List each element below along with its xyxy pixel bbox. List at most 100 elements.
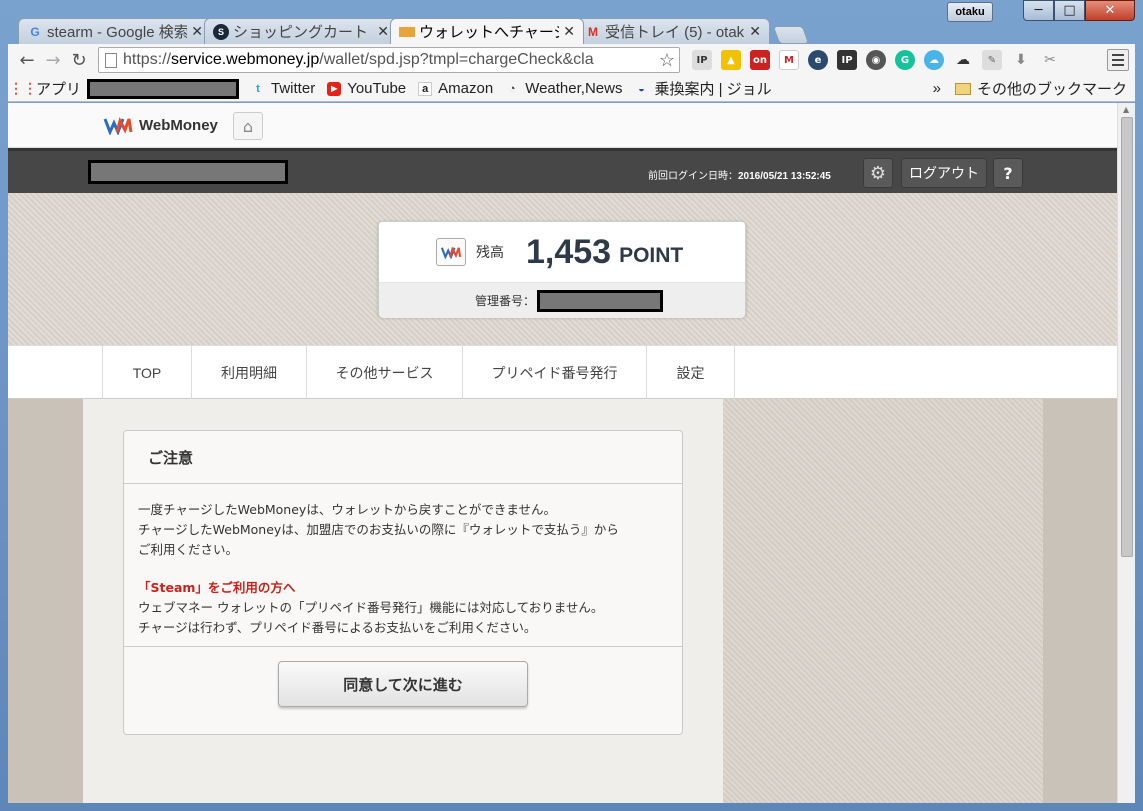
notice-line: 一度チャージしたWebMoneyは、ウォレットから戻すことができません。	[138, 502, 556, 517]
google-drive-icon[interactable]: ▲	[721, 50, 741, 70]
ip-extension-icon[interactable]: IP	[692, 50, 712, 70]
bookmarks-overflow-button[interactable]: »	[933, 80, 941, 97]
redacted-bookmark[interactable]	[87, 78, 240, 99]
extension-icons: IP ▲ on M e IP ◉ G ☁ ☁ ✎ ⬇ ✂	[692, 50, 1060, 70]
bookmark-label: アプリ	[36, 81, 82, 98]
notice-line: チャージしたWebMoneyは、加盟店でのお支払いの際に『ウォレットで支払う』か…	[138, 522, 619, 537]
site-header: WebMoney ⌂	[8, 103, 1117, 148]
bookmark-label: YouTube	[347, 80, 407, 97]
bookmark-amazon[interactable]: a Amazon	[418, 80, 493, 97]
balance-label: 残高	[476, 245, 504, 261]
bookmark-star-icon[interactable]: ☆	[659, 50, 675, 71]
film-extension-icon[interactable]: ◉	[866, 50, 886, 70]
weather-icon: ◔	[508, 82, 516, 95]
nav-other-services[interactable]: その他サービス	[307, 346, 463, 400]
settings-gear-icon[interactable]: ⚙	[863, 158, 893, 188]
tab-gmail-inbox[interactable]: M 受信トレイ (5) - otaku ✕	[576, 18, 770, 44]
close-window-button[interactable]: ✕	[1085, 0, 1135, 21]
bookmark-youtube[interactable]: ▶ YouTube	[327, 80, 406, 97]
calendar-extension-icon[interactable]: on	[750, 50, 770, 70]
bookmark-label: その他のブックマーク	[976, 81, 1127, 98]
address-bar[interactable]: https:// service.webmoney.jp /wallet/spd…	[98, 47, 680, 73]
bookmark-label: Weather,News	[525, 80, 623, 97]
help-button[interactable]: ?	[993, 158, 1023, 188]
tab-wallet-charge[interactable]: ウォレットへチャージ ✕	[390, 18, 584, 44]
folder-icon	[954, 82, 971, 95]
account-bar: 前回ログイン日時：2016/05/21 13:52:45 ⚙ ログアウト ?	[8, 148, 1117, 193]
close-tab-icon[interactable]: ✕	[749, 23, 761, 40]
google-icon: G	[30, 24, 40, 39]
scroll-thumb[interactable]	[1121, 117, 1133, 557]
user-badge[interactable]: otaku	[947, 2, 993, 22]
notice-line: ご利用ください。	[138, 542, 239, 557]
new-tab-button[interactable]	[772, 26, 810, 44]
maximize-button[interactable]: □	[1054, 0, 1085, 21]
e-extension-icon[interactable]: e	[808, 50, 828, 70]
notice-footer: 同意して次に進む	[124, 647, 682, 735]
close-tab-icon[interactable]: ✕	[377, 23, 389, 40]
bookmark-label: Amazon	[438, 80, 494, 97]
chrome-menu-icon[interactable]	[1107, 49, 1129, 71]
webmoney-logo[interactable]: WebMoney	[103, 115, 218, 135]
page-scrollbar[interactable]: ▲	[1117, 103, 1135, 803]
tab-shopping-cart[interactable]: S ショッピングカート ✕	[204, 18, 398, 44]
tools-extension-icon[interactable]: ✂	[1040, 50, 1060, 70]
ip-info-icon[interactable]: IP	[837, 50, 857, 70]
window-controls: ─ □ ✕	[1023, 0, 1135, 26]
notice-box: ご注意 一度チャージしたWebMoneyは、ウォレットから戻すことができません。…	[123, 430, 683, 735]
browser-toolbar: ← → ↻ https:// service.webmoney.jp /wall…	[8, 44, 1135, 76]
notice-title: ご注意	[124, 431, 682, 484]
tab-google-search[interactable]: G stearm - Google 検索 ✕	[18, 18, 212, 44]
grammarly-icon[interactable]: G	[895, 50, 915, 70]
tab-strip: G stearm - Google 検索 ✕ S ショッピングカート ✕ ウォレ…	[18, 18, 810, 44]
bookmark-label: 乗換案内 | ジョル	[654, 81, 772, 98]
nav-prepaid-issue[interactable]: プリペイド番号発行	[463, 346, 647, 400]
back-arrow-icon[interactable]: ←	[14, 47, 40, 73]
redacted-account-name	[88, 160, 288, 184]
page-icon	[105, 52, 117, 68]
bookmark-weather-news[interactable]: ◔ Weather,News	[505, 80, 623, 97]
cloud-extension-icon[interactable]: ☁	[924, 50, 944, 70]
download-extension-icon[interactable]: ⬇	[1011, 50, 1031, 70]
nav-history[interactable]: 利用明細	[192, 346, 307, 400]
home-icon[interactable]: ⌂	[233, 112, 263, 140]
balance-card: 残高 1,453 POINT 管理番号：	[378, 221, 746, 318]
reload-icon[interactable]: ↻	[66, 47, 92, 73]
balance-row: 残高 1,453 POINT	[379, 222, 745, 282]
agree-next-button[interactable]: 同意して次に進む	[278, 661, 528, 707]
bookmark-apps[interactable]: ⋮⋮ アプリ	[9, 78, 82, 99]
apps-grid-icon: ⋮⋮	[9, 80, 37, 96]
gmail-icon: M	[588, 24, 598, 39]
bookmarks-right: » その他のブックマーク	[933, 78, 1127, 99]
balance-section: 残高 1,453 POINT 管理番号：	[8, 193, 1117, 345]
tab-label: stearm - Google 検索	[47, 24, 188, 41]
bookmark-other-folder[interactable]: その他のブックマーク	[954, 78, 1127, 99]
nav-items: TOP 利用明細 その他サービス プリペイド番号発行 設定	[102, 346, 735, 400]
page-viewport: WebMoney ⌂ 前回ログイン日時：2016/05/21 13:52:45 …	[8, 103, 1117, 803]
gmail-extension-icon[interactable]: M	[779, 50, 799, 70]
notice-body: 一度チャージしたWebMoneyは、ウォレットから戻すことができません。 チャー…	[124, 484, 682, 647]
management-number-label: 管理番号：	[475, 294, 536, 308]
redacted-management-number	[537, 289, 664, 312]
bookmark-transit[interactable]: ◒ 乗換案内 | ジョル	[634, 78, 772, 99]
forward-arrow-icon[interactable]: →	[40, 47, 66, 73]
close-tab-icon[interactable]: ✕	[563, 23, 575, 40]
twitter-icon: t	[256, 82, 260, 95]
minimize-button[interactable]: ─	[1023, 0, 1054, 21]
nav-top[interactable]: TOP	[103, 346, 192, 400]
webmoney-logo-icon	[103, 117, 133, 135]
close-tab-icon[interactable]: ✕	[191, 23, 203, 40]
edit-extension-icon[interactable]: ✎	[982, 50, 1002, 70]
nav-settings[interactable]: 設定	[647, 346, 735, 400]
bookmark-twitter[interactable]: t Twitter	[251, 80, 315, 97]
main-column: ご注意 一度チャージしたWebMoneyは、ウォレットから戻すことができません。…	[83, 399, 723, 803]
cloud-dark-icon[interactable]: ☁	[953, 50, 973, 70]
window-bottom-frame	[0, 803, 1143, 811]
side-column	[723, 399, 1043, 803]
bookmarks-bar: ⋮⋮ アプリ t Twitter ▶ YouTube a Amazon ◔ We…	[8, 76, 1135, 102]
scroll-up-icon[interactable]: ▲	[1123, 105, 1129, 114]
logo-text: WebMoney	[139, 116, 218, 134]
amazon-icon: a	[418, 81, 433, 96]
logout-button[interactable]: ログアウト	[901, 158, 987, 188]
browser-window: otaku ─ □ ✕ G stearm - Google 検索 ✕ S ショッ…	[0, 0, 1143, 811]
